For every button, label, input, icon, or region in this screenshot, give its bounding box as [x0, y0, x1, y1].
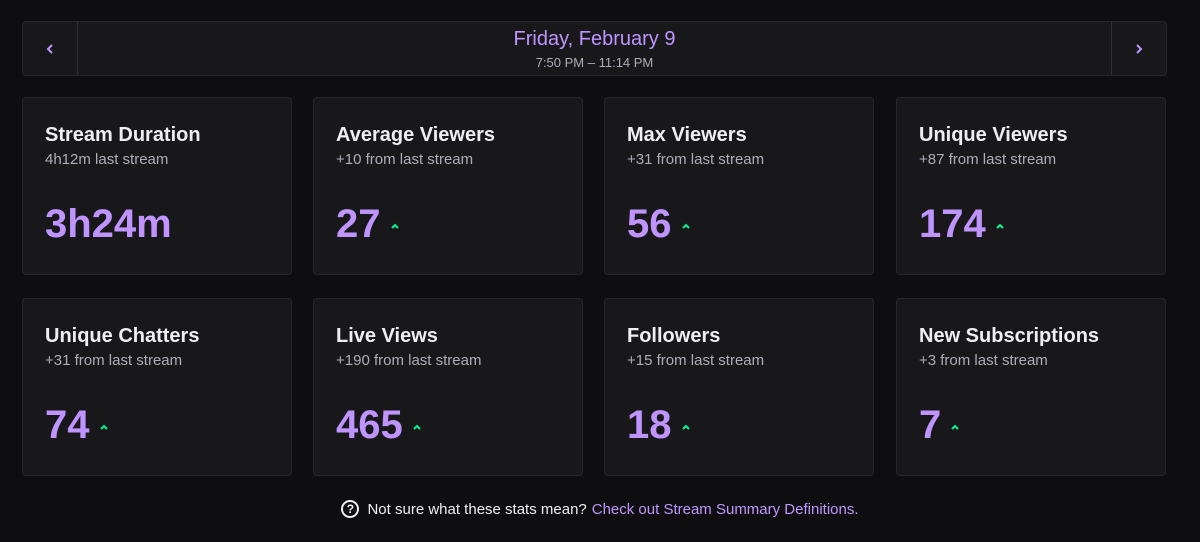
stat-value: 174 — [919, 202, 986, 246]
stat-card-live-views: Live Views +190 from last stream 465 — [313, 298, 583, 476]
trend-up-icon — [99, 424, 108, 430]
stat-comparison: +87 from last stream — [919, 151, 1057, 168]
stream-date: Friday, February 9 — [513, 27, 676, 50]
stat-card-followers: Followers +15 from last stream 18 — [604, 298, 874, 476]
stat-card-new-subscriptions: New Subscriptions +3 from last stream 7 — [896, 298, 1166, 476]
stat-title: Live Views — [336, 325, 438, 347]
stat-card-unique-chatters: Unique Chatters +31 from last stream 74 — [22, 298, 292, 476]
stat-value: 465 — [336, 403, 403, 447]
date-display: Friday, February 9 7:50 PM – 11:14 PM — [78, 22, 1111, 75]
date-navigator: Friday, February 9 7:50 PM – 11:14 PM — [22, 21, 1167, 76]
stats-help-footer: ? Not sure what these stats mean? Check … — [0, 497, 1200, 521]
stat-title: Followers — [627, 325, 721, 347]
trend-up-icon — [681, 223, 690, 229]
stat-comparison: +10 from last stream — [336, 151, 474, 168]
stat-value: 3h24m — [45, 202, 172, 246]
stat-title: Unique Chatters — [45, 325, 200, 347]
help-text: Not sure what these stats mean? — [367, 500, 587, 518]
stat-card-max-viewers: Max Viewers +31 from last stream 56 — [604, 97, 874, 275]
stat-card-stream-duration: Stream Duration 4h12m last stream 3h24m — [22, 97, 292, 275]
stat-comparison: 4h12m last stream — [45, 151, 169, 168]
definitions-link[interactable]: Check out Stream Summary Definitions. — [592, 501, 859, 518]
stream-time-range: 7:50 PM – 11:14 PM — [535, 54, 654, 70]
stat-comparison: +190 from last stream — [336, 352, 482, 369]
chevron-left-icon — [46, 43, 53, 54]
trend-up-icon — [996, 223, 1004, 229]
stat-value: 56 — [627, 202, 672, 246]
stat-title: Stream Duration — [45, 124, 201, 146]
trend-up-icon — [951, 424, 959, 430]
stat-title: Average Viewers — [336, 124, 495, 146]
previous-stream-button[interactable] — [23, 22, 78, 75]
stat-comparison: +3 from last stream — [919, 352, 1048, 369]
trend-up-icon — [413, 424, 421, 430]
stat-comparison: +31 from last stream — [45, 352, 183, 369]
stat-title: New Subscriptions — [919, 325, 1100, 347]
stat-card-unique-viewers: Unique Viewers +87 from last stream 174 — [896, 97, 1166, 275]
stat-value: 18 — [627, 403, 672, 447]
stat-card-average-viewers: Average Viewers +10 from last stream 27 — [313, 97, 583, 275]
trend-up-icon — [390, 223, 399, 229]
stat-comparison: +15 from last stream — [627, 352, 765, 369]
chevron-right-icon — [1136, 43, 1143, 54]
stat-value: 7 — [919, 403, 942, 447]
stat-title: Unique Viewers — [919, 124, 1068, 146]
trend-up-icon — [681, 424, 690, 430]
stat-title: Max Viewers — [627, 124, 747, 146]
stat-value: 74 — [45, 403, 90, 447]
stat-comparison: +31 from last stream — [627, 151, 765, 168]
stat-value: 27 — [336, 202, 381, 246]
question-circle-icon: ? — [341, 500, 360, 518]
next-stream-button[interactable] — [1111, 22, 1166, 75]
